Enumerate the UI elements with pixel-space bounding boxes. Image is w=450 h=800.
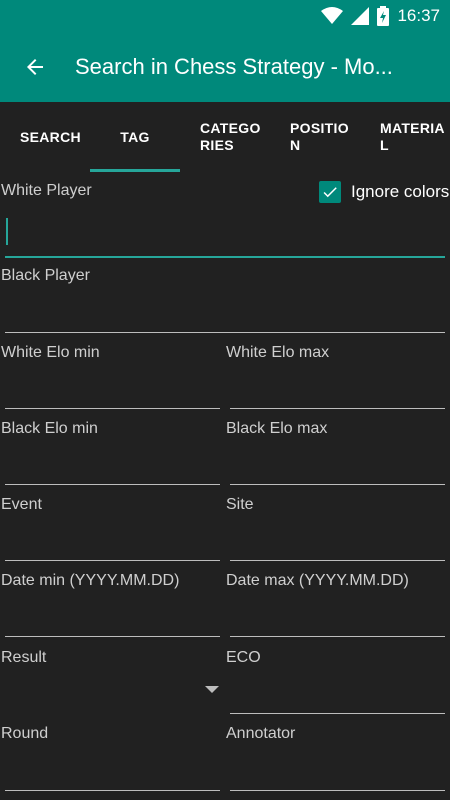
tab-tag-label: TAG	[120, 128, 150, 145]
date-min-underline	[5, 636, 220, 637]
black-player-label: Black Player	[1, 267, 90, 284]
black-player-input[interactable]	[10, 298, 440, 326]
round-input[interactable]	[10, 758, 215, 786]
white-player-input[interactable]	[10, 218, 440, 246]
battery-charging-icon	[377, 6, 390, 26]
ignore-colors-label[interactable]: Ignore colors	[351, 182, 449, 202]
white-elo-min-label: White Elo min	[1, 344, 100, 361]
app-toolbar: Search in Chess Strategy - Mo...	[0, 32, 450, 102]
annotator-input[interactable]	[235, 758, 440, 786]
eco-label: ECO	[226, 649, 261, 666]
round-underline	[5, 790, 220, 791]
annotator-underline	[230, 790, 445, 791]
white-elo-max-input[interactable]	[235, 374, 440, 402]
event-input[interactable]	[10, 526, 215, 554]
event-underline	[5, 560, 220, 561]
wifi-icon	[321, 7, 344, 25]
tab-tag[interactable]: TAG	[90, 102, 180, 172]
white-elo-min-input[interactable]	[10, 374, 215, 402]
tab-categories-label: CATEGORIES	[200, 120, 261, 153]
check-icon	[323, 187, 337, 198]
white-elo-min-underline	[5, 408, 220, 409]
tab-position-label: POSITION	[290, 120, 349, 153]
ignore-colors-checkbox[interactable]	[319, 181, 341, 203]
black-elo-min-label: Black Elo min	[1, 420, 98, 437]
result-label: Result	[1, 649, 47, 666]
status-time: 16:37	[397, 6, 440, 25]
date-max-underline	[230, 636, 445, 637]
eco-input[interactable]	[235, 678, 440, 706]
site-label: Site	[226, 496, 254, 513]
white-player-underline	[5, 256, 445, 258]
white-player-label: White Player	[1, 182, 92, 199]
tab-categories[interactable]: CATEGORIES	[180, 102, 270, 172]
tab-search[interactable]: SEARCH	[0, 102, 90, 172]
eco-underline	[230, 713, 445, 714]
tab-material[interactable]: MATERIAL	[360, 102, 450, 172]
black-elo-min-input[interactable]	[10, 450, 215, 478]
tab-material-label: MATERIAL	[380, 120, 445, 153]
result-dropdown[interactable]	[1, 672, 220, 706]
text-cursor	[6, 218, 8, 245]
event-label: Event	[1, 496, 42, 513]
annotator-label: Annotator	[226, 725, 296, 742]
tab-bar: SEARCH TAG CATEGORIES POSITION MATERIAL	[0, 102, 450, 172]
white-elo-max-label: White Elo max	[226, 344, 330, 361]
round-label: Round	[1, 725, 49, 742]
page-title: Search in Chess Strategy - Mo...	[75, 54, 393, 79]
site-input[interactable]	[235, 526, 440, 554]
arrow-back-icon[interactable]	[0, 32, 70, 102]
site-underline	[230, 560, 445, 561]
black-elo-max-underline	[230, 484, 445, 485]
black-elo-max-input[interactable]	[235, 450, 440, 478]
dropdown-arrow-icon[interactable]	[205, 686, 219, 693]
black-elo-max-label: Black Elo max	[226, 420, 328, 437]
black-elo-min-underline	[5, 484, 220, 485]
black-player-underline	[5, 332, 445, 333]
tab-search-label: SEARCH	[20, 128, 81, 145]
status-bar: 16:37	[0, 0, 450, 32]
date-max-label: Date max (YYYY.MM.DD)	[226, 572, 409, 589]
date-min-label: Date min (YYYY.MM.DD)	[1, 572, 180, 589]
date-min-input[interactable]	[10, 602, 215, 630]
signal-icon	[351, 7, 370, 25]
date-max-input[interactable]	[235, 602, 440, 630]
white-elo-max-underline	[230, 408, 445, 409]
tab-position[interactable]: POSITION	[270, 102, 360, 172]
